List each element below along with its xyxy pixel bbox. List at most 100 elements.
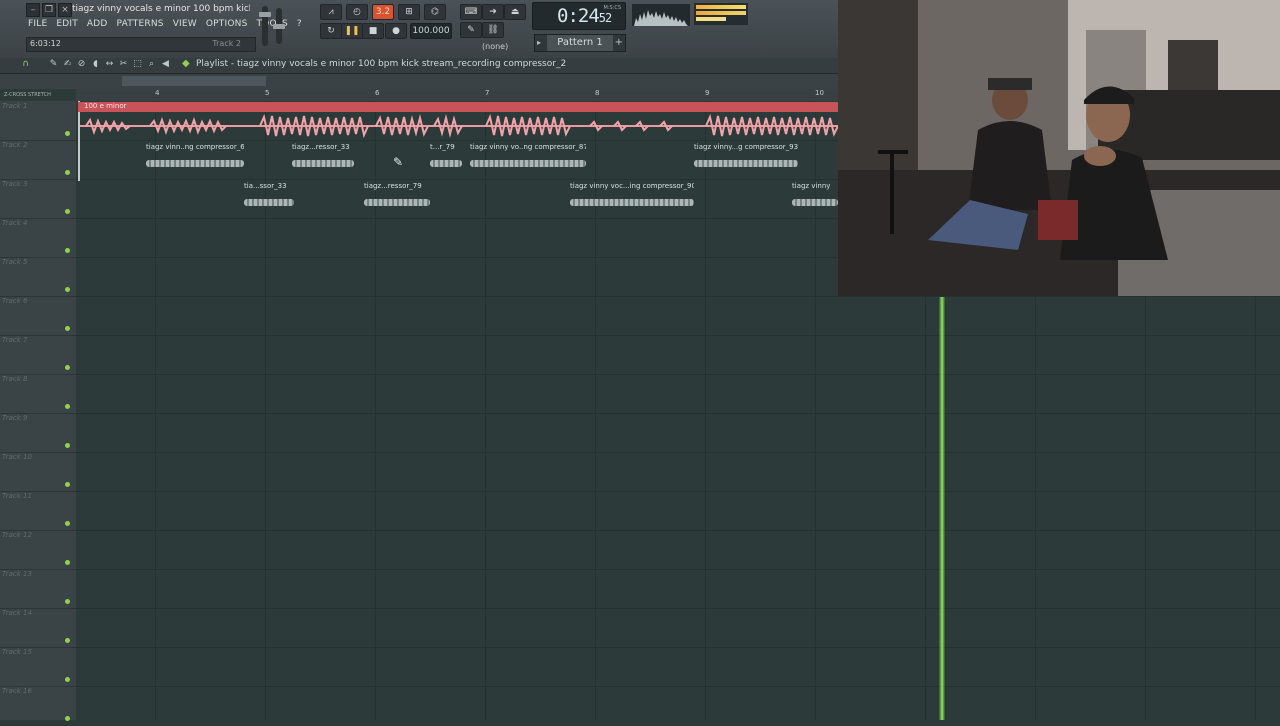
track-header[interactable]: Track 14	[0, 608, 76, 648]
track-mute-led[interactable]	[65, 482, 70, 487]
stop-icon[interactable]: ■	[362, 23, 384, 39]
menu-patterns[interactable]: PATTERNS	[117, 19, 164, 29]
menu-view[interactable]: VIEW	[173, 19, 197, 29]
master-volume-slider[interactable]	[259, 6, 271, 46]
track-header[interactable]: Track 9	[0, 413, 76, 453]
countdown-icon[interactable]: ⏏	[504, 4, 526, 20]
close-icon[interactable]: ×	[58, 3, 72, 17]
track-name: Track 14	[2, 609, 32, 617]
track-mute-led[interactable]	[65, 443, 70, 448]
pencil-snap-icon[interactable]: ✎	[460, 22, 482, 38]
add-pattern-icon[interactable]: +	[615, 35, 623, 51]
song-mode-icon[interactable]: ⩘	[320, 4, 342, 20]
track-header[interactable]: Track 8	[0, 374, 76, 414]
track-header[interactable]: Track 7	[0, 335, 76, 375]
typing-keyboard-icon[interactable]: ⌨	[460, 4, 482, 20]
track-header[interactable]: Track 15	[0, 647, 76, 687]
spacer-icon	[34, 59, 45, 69]
track-mute-led[interactable]	[65, 716, 70, 721]
track-mute-led[interactable]	[65, 326, 70, 331]
track-header[interactable]: Track 16	[0, 686, 76, 726]
minimize-icon[interactable]: –	[26, 3, 40, 17]
track-mute-led[interactable]	[65, 638, 70, 643]
master-pitch-slider[interactable]	[273, 8, 285, 44]
audio-clip[interactable]: tiagz vinny...g compressor_93	[694, 143, 798, 178]
timeline-ruler[interactable]: 4 5 6 7 8 9 10	[76, 89, 838, 101]
track-name: Track 8	[2, 375, 28, 383]
paint-tool-icon[interactable]: ✍	[62, 59, 73, 69]
slice-tool-icon[interactable]: ✂	[118, 59, 129, 69]
pattern-menu-icon[interactable]: ▸	[537, 35, 541, 51]
snap-magnet-icon[interactable]: ∩	[20, 59, 31, 69]
track-header[interactable]: Track 3	[0, 179, 76, 219]
zoom-tool-icon[interactable]: ⌕	[146, 59, 157, 69]
audio-clip[interactable]: tiagz vinny	[792, 182, 838, 217]
audio-clip[interactable]: tiagz vinn..ng compressor_6	[146, 143, 244, 178]
audio-clip[interactable]: tia...ssor_33	[244, 182, 294, 217]
track-header[interactable]: Track 10	[0, 452, 76, 492]
track-mute-led[interactable]	[65, 248, 70, 253]
hint-time: 6:03:12	[30, 39, 61, 48]
wait-input-icon[interactable]: ➜	[482, 4, 504, 20]
audio-clip-main[interactable]: 100 e minor	[78, 102, 838, 112]
oscilloscope-graph	[634, 10, 688, 26]
track-header[interactable]: Track 6	[0, 296, 76, 336]
pause-icon[interactable]: ❚❚	[341, 23, 363, 39]
draw-tool-icon[interactable]: ✎	[48, 59, 59, 69]
clip-label: t...r_79	[430, 143, 455, 151]
track-mute-led[interactable]	[65, 170, 70, 175]
step-edit-icon[interactable]: ⊞	[398, 4, 420, 20]
metronome-icon[interactable]: ◴	[346, 4, 368, 20]
track-mute-led[interactable]	[65, 560, 70, 565]
track-mute-led[interactable]	[65, 599, 70, 604]
record-icon[interactable]: ●	[385, 23, 407, 39]
track-mute-led[interactable]	[65, 287, 70, 292]
menu-edit[interactable]: EDIT	[56, 19, 78, 29]
track-mute-led[interactable]	[65, 131, 70, 136]
track-mute-led[interactable]	[65, 521, 70, 526]
menu-options[interactable]: OPTIONS	[206, 19, 248, 29]
cpu-meter	[694, 3, 748, 25]
track-header[interactable]: Track 11	[0, 491, 76, 531]
restore-icon[interactable]: ❐	[42, 3, 56, 17]
loop-icon[interactable]: ↻	[320, 23, 342, 39]
track-mute-led[interactable]	[65, 404, 70, 409]
audio-clip[interactable]: tiagz...ressor_79	[364, 182, 430, 217]
track-mute-led[interactable]	[65, 209, 70, 214]
menu-help[interactable]: ?	[297, 19, 302, 29]
pattern-name[interactable]: Pattern 1	[547, 35, 613, 51]
playlist-title: Playlist - tiagz vinny vocals e minor 10…	[196, 59, 567, 69]
playlist-overview-bar[interactable]	[0, 74, 838, 89]
menu-add[interactable]: ADD	[87, 19, 108, 29]
pattern-selector[interactable]: ▸ Pattern 1 +	[534, 34, 626, 52]
track-header[interactable]: Track 2	[0, 140, 76, 180]
playback-tool-icon[interactable]: ◀	[160, 59, 171, 69]
slip-tool-icon[interactable]: ↔	[104, 59, 115, 69]
audio-clip[interactable]: tiagz vinny voc...ing compressor_90	[570, 182, 694, 217]
loop-record-icon[interactable]: ⌬	[424, 4, 446, 20]
tempo-field[interactable]: 100.000	[410, 23, 452, 39]
clip-label: tiagz vinn..ng compressor_6	[146, 143, 244, 151]
oscilloscope	[632, 4, 690, 26]
mute-tool-icon[interactable]: ◖	[90, 59, 101, 69]
audio-clip[interactable]: tiagz...ressor_33	[292, 143, 354, 178]
track-mute-led[interactable]	[65, 365, 70, 370]
audio-clip[interactable]: t...r_79	[430, 143, 462, 178]
menu-file[interactable]: FILE	[28, 19, 47, 29]
select-tool-icon[interactable]: ⬚	[132, 59, 143, 69]
track-header[interactable]: Track 1	[0, 101, 76, 141]
link-icon[interactable]: ⛓	[482, 22, 504, 38]
track-header[interactable]: Track 12	[0, 530, 76, 570]
marker-label: 100 e minor	[84, 102, 127, 110]
playhead[interactable]	[939, 297, 945, 720]
clip-label: tiagz vinny...g compressor_93	[694, 143, 798, 151]
track-header[interactable]: Track 5	[0, 257, 76, 297]
track-mute-led[interactable]	[65, 677, 70, 682]
track-header[interactable]: Track 13	[0, 569, 76, 609]
scroll-thumb[interactable]	[122, 76, 266, 86]
audio-clip[interactable]: tiagz vinny vo..ng compressor_87	[470, 143, 586, 178]
pattern-mode-button[interactable]: 3.2	[372, 4, 394, 20]
snap-select[interactable]: (none)	[482, 42, 508, 51]
track-header[interactable]: Track 4	[0, 218, 76, 258]
delete-tool-icon[interactable]: ⊘	[76, 59, 87, 69]
